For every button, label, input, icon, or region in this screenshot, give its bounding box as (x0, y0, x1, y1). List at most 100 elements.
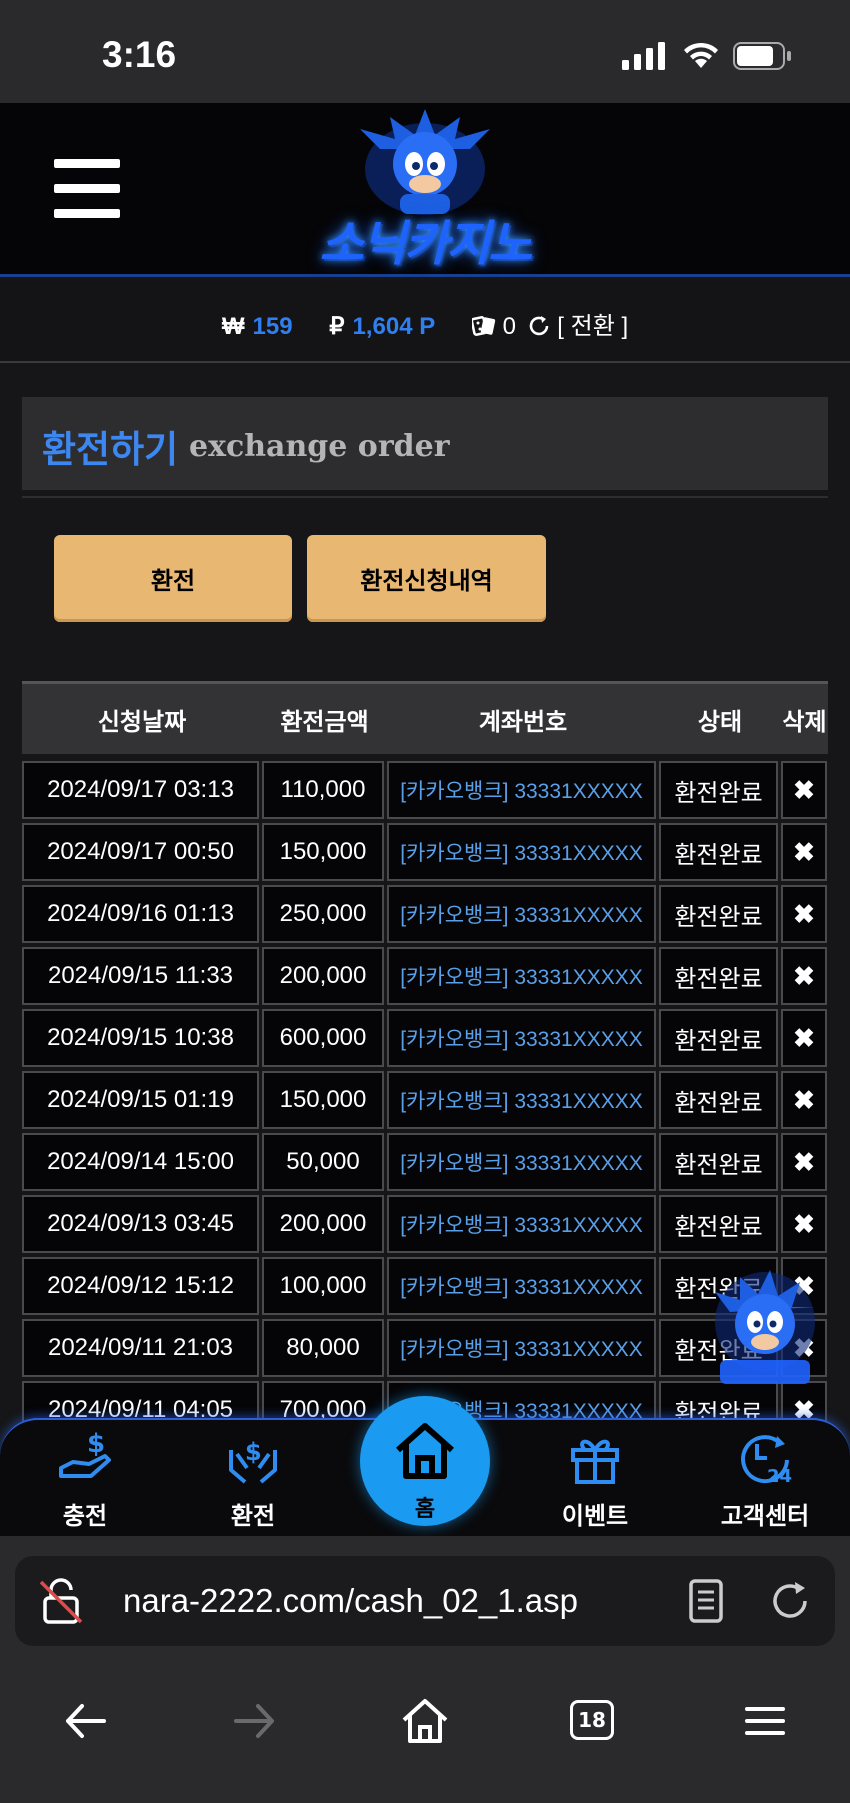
browser-menu-icon[interactable] (740, 1696, 790, 1746)
tabs-count-icon[interactable]: 18 (570, 1700, 614, 1740)
sonic-mascot-icon (360, 109, 490, 215)
table-row: 2024/09/17 00:50 150,000 [카카오뱅크] 33331XXXX… (22, 823, 828, 885)
switch-link[interactable]: [ 전환 ] (557, 313, 628, 340)
nav-home[interactable]: 홈 (360, 1396, 490, 1526)
exchange-history-button[interactable]: 환전신청내역 (307, 535, 546, 622)
header-account: 계좌번호 (478, 707, 568, 736)
cell-amount: 50,000 (262, 1133, 384, 1191)
delete-icon[interactable]: ✖ (781, 1009, 827, 1067)
cell-account: [카카오뱅크] 33331XXXXX (387, 823, 656, 881)
svg-text:24: 24 (767, 1466, 792, 1486)
delete-icon[interactable]: ✖ (781, 1133, 827, 1191)
table-row: 2024/09/17 03:13 110,000 [카카오뱅크] 33331XXXX… (22, 761, 828, 823)
nav-event[interactable]: 이벤트 (535, 1420, 655, 1538)
cell-account: [카카오뱅크] 33331XXXXX (387, 761, 656, 819)
refresh-icon[interactable] (527, 314, 551, 338)
cell-amount: 80,000 (262, 1319, 384, 1377)
cell-account: [카카오뱅크] 33331XXXXX (387, 1195, 656, 1253)
delete-icon[interactable]: ✖ (781, 823, 827, 881)
nav-charge-label: 충전 (62, 1502, 108, 1530)
home-icon (396, 1423, 454, 1479)
cell-account: [카카오뱅크] 33331XXXXX (387, 1071, 656, 1129)
page-title: 환전하기 (42, 428, 179, 471)
cell-amount: 200,000 (262, 1195, 384, 1253)
cell-amount: 150,000 (262, 1071, 384, 1129)
exchange-hands-icon: $ (229, 1438, 277, 1484)
cell-date: 2024/09/14 15:00 (22, 1133, 259, 1191)
chip-dice-icon (470, 316, 496, 336)
url-text[interactable]: nara-2222.com/cash_02_1.asp (123, 1582, 578, 1620)
menu-hamburger-icon[interactable] (54, 159, 120, 219)
table-row: 2024/09/15 10:38 600,000 [카카오뱅크] 33331XXXX… (22, 1009, 828, 1071)
cell-status: 환전완료 (659, 823, 778, 881)
table-row: 2024/09/13 03:45 200,000 [카카오뱅크] 33331XXXX… (22, 1195, 828, 1257)
forward-arrow-icon[interactable] (230, 1696, 280, 1746)
table-row: 2024/09/16 01:13 250,000 [카카오뱅크] 33331XXXX… (22, 885, 828, 947)
delete-icon[interactable]: ✖ (781, 947, 827, 1005)
cell-date: 2024/09/11 21:03 (22, 1319, 259, 1377)
cell-account: [카카오뱅크] 33331XXXXX (387, 1133, 656, 1191)
point-icon: ₽ (329, 313, 345, 340)
cell-date: 2024/09/15 11:33 (22, 947, 259, 1005)
insecure-lock-icon[interactable] (37, 1576, 85, 1626)
table-row: 2024/09/15 11:33 200,000 [카카오뱅크] 33331XXXX… (22, 947, 828, 1009)
delete-icon[interactable]: ✖ (781, 885, 827, 943)
cell-amount: 600,000 (262, 1009, 384, 1067)
table-row: 2024/09/14 15:00 50,000 [카카오뱅크] 33331XXXXX… (22, 1133, 828, 1195)
balance-bar: ₩159 ₽1,604 P 0 [ 전환 ] (0, 280, 850, 363)
cell-amount: 200,000 (262, 947, 384, 1005)
delete-icon[interactable]: ✖ (781, 1195, 827, 1253)
cell-status: 환전완료 (659, 885, 778, 943)
table-row: 2024/09/15 01:19 150,000 [카카오뱅크] 33331XXXX… (22, 1071, 828, 1133)
cell-account: [카카오뱅크] 33331XXXXX (387, 1319, 656, 1377)
cellular-signal-icon (622, 42, 665, 70)
delete-icon[interactable]: ✖ (781, 761, 827, 819)
nav-home-label: 홈 (414, 1497, 436, 1522)
svg-text:$: $ (245, 1438, 262, 1466)
wifi-icon (684, 42, 718, 68)
battery-icon (733, 42, 791, 70)
cell-date: 2024/09/16 01:13 (22, 885, 259, 943)
floating-mascot-icon[interactable] (700, 1262, 830, 1392)
cell-date: 2024/09/15 10:38 (22, 1009, 259, 1067)
logo-text: 소닉카지노 (319, 216, 533, 272)
cell-date: 2024/09/17 00:50 (22, 823, 259, 881)
header-delete: 삭제 (782, 707, 827, 736)
nav-exchange[interactable]: $ 환전 (193, 1420, 313, 1538)
cell-amount: 110,000 (262, 761, 384, 819)
chip-balance: 0 (502, 313, 516, 340)
cell-amount: 100,000 (262, 1257, 384, 1315)
cell-status: 환전완료 (659, 761, 778, 819)
page-title-panel: 환전하기 exchange order (22, 397, 828, 490)
header-amount: 환전금액 (280, 707, 369, 736)
delete-icon[interactable]: ✖ (781, 1071, 827, 1129)
nav-exchange-label: 환전 (230, 1502, 276, 1530)
cell-account: [카카오뱅크] 33331XXXXX (387, 1257, 656, 1315)
nav-support[interactable]: 24 고객센터 (705, 1420, 825, 1538)
svg-text:$: $ (87, 1430, 105, 1459)
exchange-button[interactable]: 환전 (54, 535, 292, 622)
title-divider (22, 496, 828, 498)
charge-money-hand-icon: $ (59, 1430, 111, 1478)
cell-date: 2024/09/12 15:12 (22, 1257, 259, 1315)
site-header: 소닉카지노 (0, 103, 850, 277)
status-time: 3:16 (102, 34, 177, 75)
cell-account: [카카오뱅크] 33331XXXXX (387, 1009, 656, 1067)
cell-amount: 150,000 (262, 823, 384, 881)
site-logo[interactable]: 소닉카지노 (290, 109, 560, 272)
browser-chrome: nara-2222.com/cash_02_1.asp 18 (0, 1536, 850, 1803)
back-arrow-icon[interactable] (60, 1696, 110, 1746)
browser-home-icon[interactable] (400, 1696, 450, 1746)
header-status: 상태 (697, 707, 743, 736)
reload-icon[interactable] (767, 1578, 813, 1624)
page-subtitle: exchange order (189, 429, 450, 464)
reader-mode-icon[interactable] (683, 1578, 729, 1624)
won-icon: ₩ (221, 313, 245, 340)
nav-support-label: 고객센터 (720, 1502, 810, 1530)
status-bar: 3:16 (0, 0, 850, 103)
cell-status: 환전완료 (659, 1009, 778, 1067)
url-bar[interactable]: nara-2222.com/cash_02_1.asp (15, 1556, 835, 1646)
nav-charge[interactable]: $ 충전 (25, 1420, 145, 1538)
cell-date: 2024/09/15 01:19 (22, 1071, 259, 1129)
gift-icon (571, 1439, 619, 1484)
